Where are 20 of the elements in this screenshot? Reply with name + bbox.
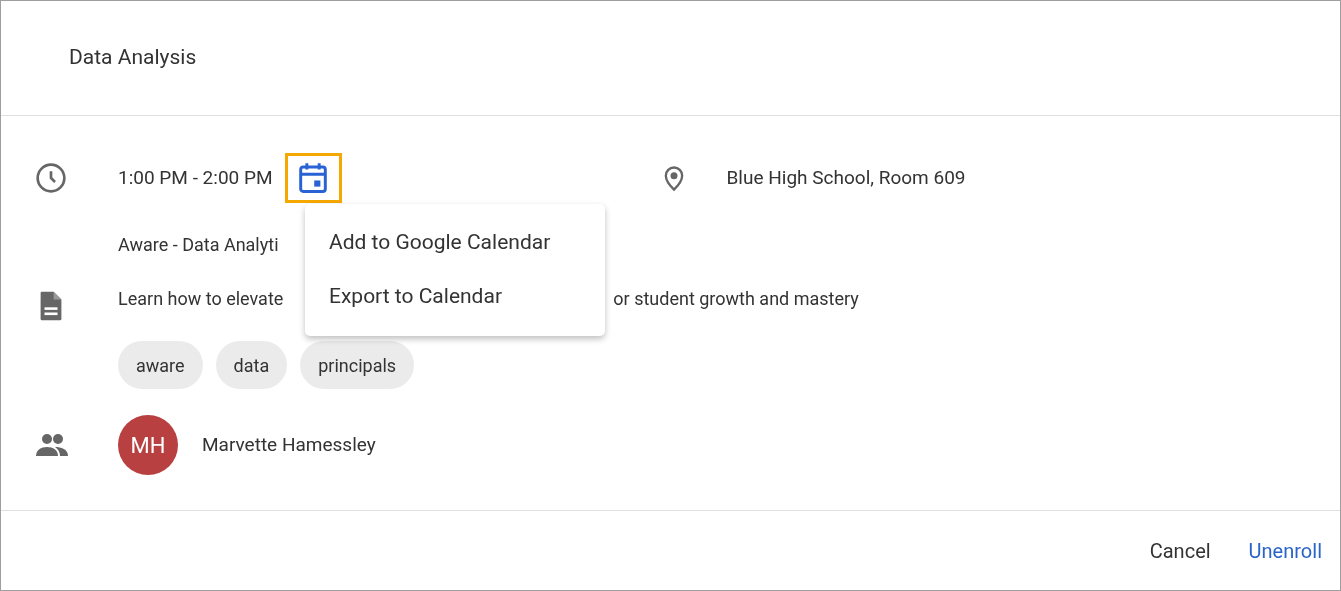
tag-chip[interactable]: aware bbox=[118, 341, 203, 389]
menu-item[interactable]: Add to Google Calendar bbox=[305, 216, 605, 270]
people-icon bbox=[35, 433, 69, 457]
attendee-name: Marvette Hamessley bbox=[202, 431, 376, 458]
tag-chip[interactable]: data bbox=[215, 341, 288, 389]
document-icon bbox=[38, 290, 64, 322]
calendar-button[interactable] bbox=[284, 153, 342, 203]
course-name: Aware - Data Analyti bbox=[118, 232, 279, 257]
dialog-title: Data Analysis bbox=[69, 44, 197, 72]
calendar-icon bbox=[298, 162, 329, 194]
unenroll-button[interactable]: Unenroll bbox=[1248, 535, 1322, 566]
event-location: Blue High School, Room 609 bbox=[726, 164, 966, 191]
clock-icon bbox=[35, 162, 67, 194]
description-text: or student growth and mastery bbox=[613, 286, 859, 311]
cancel-button[interactable]: Cancel bbox=[1149, 535, 1211, 566]
avatar: MH bbox=[118, 415, 178, 475]
tag-chip[interactable]: principals bbox=[300, 341, 415, 389]
description-text: Learn how to elevate bbox=[118, 286, 284, 311]
menu-item[interactable]: Export to Calendar bbox=[305, 270, 605, 324]
event-time: 1:00 PM - 2:00 PM bbox=[118, 164, 273, 191]
